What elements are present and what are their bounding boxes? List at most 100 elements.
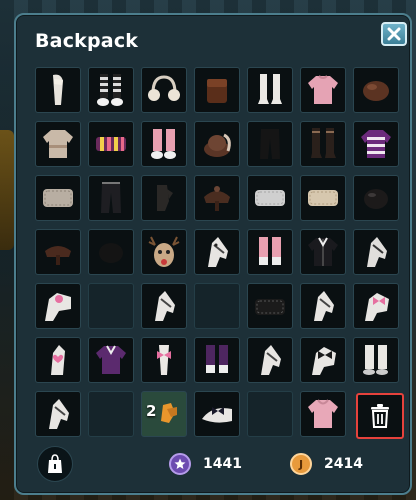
inventory-slot[interactable] xyxy=(141,121,187,167)
pink-leg-wraps-icon xyxy=(151,129,176,159)
purple-jacket-icon xyxy=(96,345,126,374)
jorvik-coin-symbol: J xyxy=(298,457,304,471)
inventory-slot[interactable] xyxy=(88,67,134,113)
inventory-slot[interactable] xyxy=(353,337,399,383)
horse-pink-flower-icon xyxy=(45,293,71,321)
black-jacket-icon xyxy=(308,237,338,266)
white-horse-bridle-icon xyxy=(155,291,175,321)
inventory-slot[interactable] xyxy=(194,391,240,437)
black-saddle-pad-icon xyxy=(255,299,285,315)
horse-pink-heart-icon xyxy=(51,345,65,375)
inventory-slot[interactable] xyxy=(35,391,81,437)
trash-button[interactable] xyxy=(356,393,404,439)
horse-leg-pink-bow-icon xyxy=(157,345,171,375)
striped-socks-shoes-icon xyxy=(97,74,123,106)
horse-tail-bow-icon xyxy=(202,407,232,423)
inventory-slot-empty[interactable] xyxy=(247,391,293,437)
dark-gloves-icon xyxy=(157,185,173,211)
inventory-slot[interactable] xyxy=(141,67,187,113)
backpack-footer: 1441 J 2414 xyxy=(16,443,410,493)
inventory-slot[interactable] xyxy=(353,121,399,167)
inventory-slot-empty[interactable] xyxy=(88,283,134,329)
inventory-slot[interactable] xyxy=(247,67,293,113)
inventory-slot-empty[interactable] xyxy=(194,283,240,329)
inventory-slot[interactable] xyxy=(300,121,346,167)
inventory-grid: 2 xyxy=(35,67,399,437)
black-pants-icon xyxy=(260,129,280,159)
white-riding-boots-icon xyxy=(258,74,282,104)
stack-count-badge: 2 xyxy=(146,402,157,420)
striped-scarf-icon xyxy=(96,137,126,151)
purple-striped-sweater-icon xyxy=(361,130,391,158)
inventory-slot[interactable] xyxy=(88,121,134,167)
inventory-slot-empty[interactable] xyxy=(88,391,134,437)
inventory-slot[interactable] xyxy=(353,229,399,275)
background-wood-post xyxy=(0,130,14,250)
inventory-slot[interactable] xyxy=(247,121,293,167)
inventory-slot[interactable] xyxy=(353,175,399,221)
inventory-slot[interactable] xyxy=(141,229,187,275)
shopping-bag-icon xyxy=(48,454,62,473)
inventory-slot[interactable] xyxy=(194,121,240,167)
inventory-slot[interactable] xyxy=(194,175,240,221)
inventory-slot[interactable] xyxy=(300,283,346,329)
inventory-slot[interactable] xyxy=(300,175,346,221)
inventory-slot[interactable] xyxy=(300,229,346,275)
inventory-slot[interactable] xyxy=(247,283,293,329)
white-horse-bridle-icon xyxy=(49,399,69,429)
white-horse-bridle-icon xyxy=(314,291,334,321)
reindeer-headgear-icon xyxy=(148,236,180,267)
jorvik-coin-icon: J xyxy=(290,453,312,475)
panel-title: Backpack xyxy=(35,30,139,52)
brown-saddle-icon xyxy=(45,246,71,265)
inventory-slot[interactable] xyxy=(300,337,346,383)
star-coins-amount: 1441 xyxy=(203,456,242,472)
inventory-slot[interactable] xyxy=(141,283,187,329)
inventory-slot[interactable] xyxy=(35,229,81,275)
feathered-hat-icon xyxy=(204,133,231,157)
inventory-slot[interactable] xyxy=(35,175,81,221)
inventory-slot[interactable] xyxy=(194,67,240,113)
inventory-slot[interactable] xyxy=(141,337,187,383)
inventory-slot[interactable] xyxy=(35,283,81,329)
white-horse-wraps-icon xyxy=(363,345,388,375)
jorvik-coins-amount: 2414 xyxy=(324,456,363,472)
inventory-slot[interactable] xyxy=(35,121,81,167)
star-coins-display: 1441 xyxy=(169,453,242,475)
backpack-panel: Backpack 2 1441 J 2414 xyxy=(14,13,412,495)
inventory-slot[interactable] xyxy=(88,229,134,275)
inventory-slot[interactable] xyxy=(88,175,134,221)
inventory-slot[interactable] xyxy=(88,337,134,383)
inventory-slot[interactable] xyxy=(35,337,81,383)
inventory-slot[interactable] xyxy=(300,391,346,437)
inventory-slot[interactable] xyxy=(194,337,240,383)
inventory-slot[interactable] xyxy=(247,175,293,221)
brown-riding-helmet-icon xyxy=(363,81,389,101)
pink-hoof-boots-icon xyxy=(259,237,281,265)
inventory-slot[interactable] xyxy=(353,283,399,329)
horse-black-bow-icon xyxy=(312,347,336,375)
black-helmet-icon xyxy=(99,243,123,263)
tall-brown-boots-icon xyxy=(311,128,336,158)
inventory-slot[interactable] xyxy=(247,229,293,275)
inventory-slot[interactable] xyxy=(35,67,81,113)
close-button[interactable] xyxy=(381,22,407,46)
shop-button[interactable] xyxy=(37,446,73,482)
inventory-slot[interactable] xyxy=(353,67,399,113)
earmuffs-icon xyxy=(148,75,180,101)
jorvik-coins-display: J 2414 xyxy=(290,453,363,475)
inventory-slot[interactable] xyxy=(141,175,187,221)
grey-saddle-pad-icon xyxy=(255,190,285,206)
close-icon xyxy=(387,27,401,41)
inventory-slot[interactable] xyxy=(300,67,346,113)
western-saddle-icon xyxy=(204,186,230,211)
inventory-slot-stacked[interactable]: 2 xyxy=(141,391,187,437)
cream-sweater-icon xyxy=(43,130,73,158)
horse-leg-wrap-icon xyxy=(53,74,63,105)
black-helmet-icon xyxy=(364,189,388,209)
inventory-slot[interactable] xyxy=(247,337,293,383)
leather-saddlebag-icon xyxy=(207,79,227,103)
inventory-slot[interactable] xyxy=(194,229,240,275)
black-jeans-icon xyxy=(101,182,121,213)
white-horse-bridle-icon xyxy=(367,237,387,267)
